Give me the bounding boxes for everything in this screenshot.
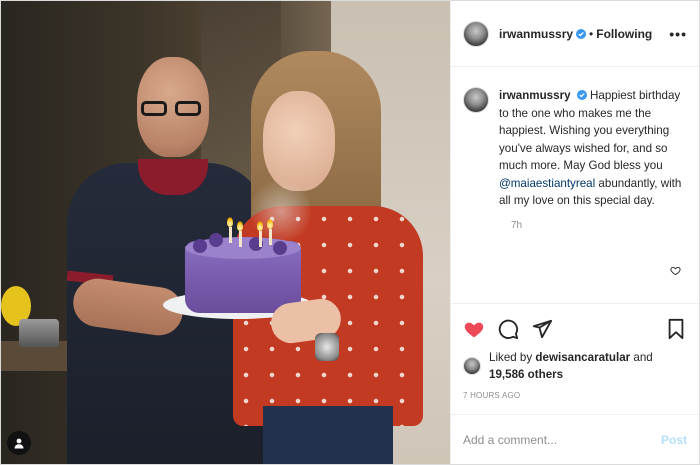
instagram-post: irwanmussry • Following ••• irwanmussry … (0, 0, 700, 465)
caption-username[interactable]: irwanmussry (499, 89, 571, 102)
avatar[interactable] (463, 20, 489, 47)
posted-time[interactable]: 7 HOURS AGO (451, 383, 699, 400)
action-bar (451, 303, 699, 353)
comments-section: irwanmussry Happiest birthday to the one… (451, 67, 699, 303)
comment-bubble-icon[interactable] (497, 318, 519, 340)
wristwatch (315, 333, 339, 361)
bookmark-icon[interactable] (665, 318, 687, 340)
liked-by-prefix: Liked by (489, 351, 533, 364)
caption-timestamp[interactable]: 7h (511, 220, 687, 231)
post-comment-button[interactable]: Post (661, 433, 687, 447)
liked-by-and: and (633, 351, 653, 364)
likes-count[interactable]: 19,586 others (489, 368, 563, 381)
post-photo[interactable] (1, 1, 450, 464)
post-caption: irwanmussry Happiest birthday to the one… (463, 87, 687, 210)
following-button[interactable]: Following (596, 27, 652, 41)
likes-summary: Liked by dewisancaratular and 19,586 oth… (451, 349, 699, 383)
like-caption-heart-icon[interactable] (670, 265, 681, 276)
add-comment-bar: Post (451, 414, 699, 464)
liker-avatar[interactable] (463, 357, 481, 375)
post-header: irwanmussry • Following ••• (451, 1, 699, 67)
caption-mention-link[interactable]: @maiaestiantyreal (499, 177, 595, 190)
liked-by-username[interactable]: dewisancaratular (535, 351, 630, 364)
verified-badge-icon (576, 90, 587, 100)
share-send-icon[interactable] (531, 318, 553, 340)
post-side-panel: irwanmussry • Following ••• irwanmussry … (450, 1, 699, 464)
user-icon (14, 438, 24, 449)
verified-badge-icon (576, 28, 587, 39)
comment-input[interactable] (463, 432, 661, 447)
like-heart-icon[interactable] (463, 318, 485, 340)
more-options-icon[interactable]: ••• (669, 26, 687, 42)
header-username[interactable]: irwanmussry (499, 27, 573, 41)
tagged-user-icon[interactable] (7, 431, 31, 455)
separator-dot: • (589, 26, 594, 41)
caption-avatar[interactable] (463, 87, 489, 113)
